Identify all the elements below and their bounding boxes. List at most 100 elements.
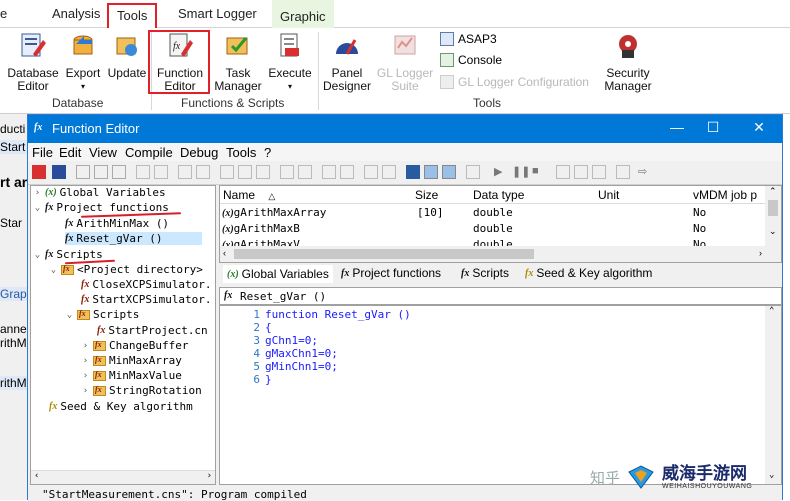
list2-icon[interactable]	[340, 165, 354, 179]
menu-tools[interactable]: Tools	[226, 145, 256, 160]
tab-analysis[interactable]: Analysis	[52, 6, 100, 21]
tab-seed-key[interactable]: fx Seed & Key algorithm	[525, 266, 652, 280]
bookmark-next-icon[interactable]	[382, 165, 396, 179]
collapse-arrow-icon[interactable]: ⌄	[33, 250, 42, 260]
scroll-down-icon[interactable]: ⌄	[769, 226, 777, 237]
comment-icon[interactable]	[280, 165, 294, 179]
view-tree-icon[interactable]	[424, 165, 438, 179]
expand-arrow-icon[interactable]: ›	[81, 371, 90, 381]
step-out-icon[interactable]	[592, 165, 606, 179]
new-icon[interactable]	[32, 165, 46, 179]
tree-item-close-xcp[interactable]: fx CloseXCPSimulator.	[81, 278, 212, 291]
expand-arrow-icon[interactable]: ›	[81, 341, 90, 351]
replace-icon[interactable]	[196, 165, 210, 179]
font-icon[interactable]	[256, 165, 270, 179]
scroll-up-icon[interactable]: ⌃	[769, 186, 777, 197]
menu-edit[interactable]: Edit	[59, 145, 81, 160]
task-manager-button[interactable]: Task Manager	[210, 32, 266, 93]
minimize-icon[interactable]: —	[662, 119, 692, 135]
tree-item-reset-gvar[interactable]: fx Reset_gVar ()	[65, 232, 203, 245]
collapse-arrow-icon[interactable]: ⌄	[49, 265, 58, 275]
column-header-name[interactable]: Name △	[223, 186, 275, 204]
tree-item-global-variables[interactable]: › (x) Global Variables	[33, 186, 166, 199]
tree-item-project-directory[interactable]: ⌄ fx <Project directory>	[49, 263, 203, 276]
menu-file[interactable]: File	[32, 145, 53, 160]
scroll-right-icon[interactable]: ›	[207, 471, 212, 481]
tab-tools[interactable]: Tools	[107, 3, 158, 28]
maximize-icon[interactable]: ☐	[698, 119, 728, 136]
tree-hscrollbar[interactable]: ‹ ›	[31, 470, 215, 484]
cut-icon[interactable]	[76, 165, 90, 179]
update-button[interactable]: Update	[104, 32, 150, 80]
tree-item-seed-key[interactable]: fx Seed & Key algorithm	[49, 400, 193, 413]
function-editor-button[interactable]: fx Function Editor	[152, 32, 208, 93]
breakpoint-icon[interactable]	[616, 165, 630, 179]
function-icon[interactable]	[466, 165, 480, 179]
table-row[interactable]: (x)gArithMaxB	[222, 222, 300, 235]
expand-arrow-icon[interactable]: ›	[33, 188, 42, 198]
save-icon[interactable]	[52, 165, 66, 179]
tab-smart-logger[interactable]: Smart Logger	[178, 6, 257, 21]
indent-icon[interactable]	[220, 165, 234, 179]
paste-icon[interactable]	[112, 165, 126, 179]
collapse-arrow-icon[interactable]: ⌄	[65, 310, 74, 320]
grid-vscrollbar[interactable]: ⌃ ⌄	[765, 186, 781, 262]
menu-debug[interactable]: Debug	[180, 145, 218, 160]
tree-item-start-xcp[interactable]: fx StartXCPSimulator.	[81, 293, 212, 306]
tab-global-variables[interactable]: (x) Global Variables	[223, 265, 333, 283]
view-output-icon[interactable]	[442, 165, 456, 179]
step-into-icon[interactable]	[556, 165, 570, 179]
column-header-unit[interactable]: Unit	[598, 186, 619, 204]
tree-item-scripts[interactable]: ⌄ fx Scripts	[33, 248, 103, 261]
tree-item-scripts-folder[interactable]: ⌄ fx Scripts	[65, 308, 140, 321]
menu-help[interactable]: ?	[264, 145, 271, 160]
export-button[interactable]: Export ▾	[62, 32, 104, 93]
stop-icon[interactable]: ■	[532, 165, 546, 179]
panel-designer-button[interactable]: Panel Designer	[320, 32, 374, 93]
tree-item-min-max-array[interactable]: › fx MinMaxArray	[81, 354, 182, 367]
scroll-up-icon[interactable]: ⌃	[769, 306, 774, 316]
scroll-left-icon[interactable]: ‹	[34, 471, 39, 481]
tree-item-min-max-value[interactable]: › fx MinMaxValue	[81, 369, 182, 382]
copy-icon[interactable]	[94, 165, 108, 179]
menu-compile[interactable]: Compile	[125, 145, 173, 160]
scroll-thumb[interactable]	[768, 200, 778, 216]
scroll-right-icon[interactable]: ›	[759, 248, 762, 258]
console-button[interactable]: Console	[440, 53, 502, 67]
database-editor-button[interactable]: Database Editor	[4, 32, 62, 93]
column-header-size[interactable]: Size	[415, 186, 438, 204]
execute-button[interactable]: Execute ▾	[266, 32, 314, 93]
expand-arrow-icon[interactable]: ›	[81, 356, 90, 366]
run-icon[interactable]: ▶	[494, 165, 508, 179]
table-row[interactable]: (x)gArithMaxArray	[222, 206, 326, 219]
redo-icon[interactable]	[154, 165, 168, 179]
expand-arrow-icon[interactable]: ›	[81, 386, 90, 396]
bookmark-icon[interactable]	[364, 165, 378, 179]
tree-item-project-functions[interactable]: ⌄ fx Project functions	[33, 201, 169, 214]
tab-scripts[interactable]: fx Scripts	[461, 266, 509, 280]
tab-graphic[interactable]: Graphic	[272, 0, 334, 28]
collapse-arrow-icon[interactable]: ⌄	[33, 203, 42, 213]
table-row[interactable]: (x)gArithMaxV	[222, 238, 300, 246]
arrow-right-icon[interactable]: ⇨	[638, 165, 652, 179]
scroll-thumb[interactable]	[234, 249, 534, 259]
close-icon[interactable]: ✕	[744, 119, 774, 136]
uncomment-icon[interactable]	[298, 165, 312, 179]
outdent-icon[interactable]	[238, 165, 252, 179]
tree-item-change-buffer[interactable]: › fx ChangeBuffer	[81, 339, 189, 352]
list-icon[interactable]	[322, 165, 336, 179]
gl-logger-configuration-button[interactable]: GL Logger Configuration	[440, 75, 589, 89]
tree-item-string-rotation[interactable]: › fx StringRotation	[81, 384, 202, 397]
grid-hscrollbar[interactable]: ‹ ›	[220, 246, 765, 262]
asap3-button[interactable]: ASAP3	[440, 32, 497, 46]
tab-project-functions[interactable]: fx Project functions	[341, 266, 441, 280]
scroll-left-icon[interactable]: ‹	[223, 248, 226, 258]
security-manager-button[interactable]: Security Manager	[600, 32, 656, 93]
column-header-vmdm[interactable]: vMDM job p	[693, 186, 757, 204]
find-icon[interactable]	[178, 165, 192, 179]
step-over-icon[interactable]	[574, 165, 588, 179]
menu-view[interactable]: View	[89, 145, 117, 160]
compile-icon[interactable]	[406, 165, 420, 179]
tree-item-start-project[interactable]: fx StartProject.cn	[97, 324, 208, 337]
undo-icon[interactable]	[136, 165, 150, 179]
